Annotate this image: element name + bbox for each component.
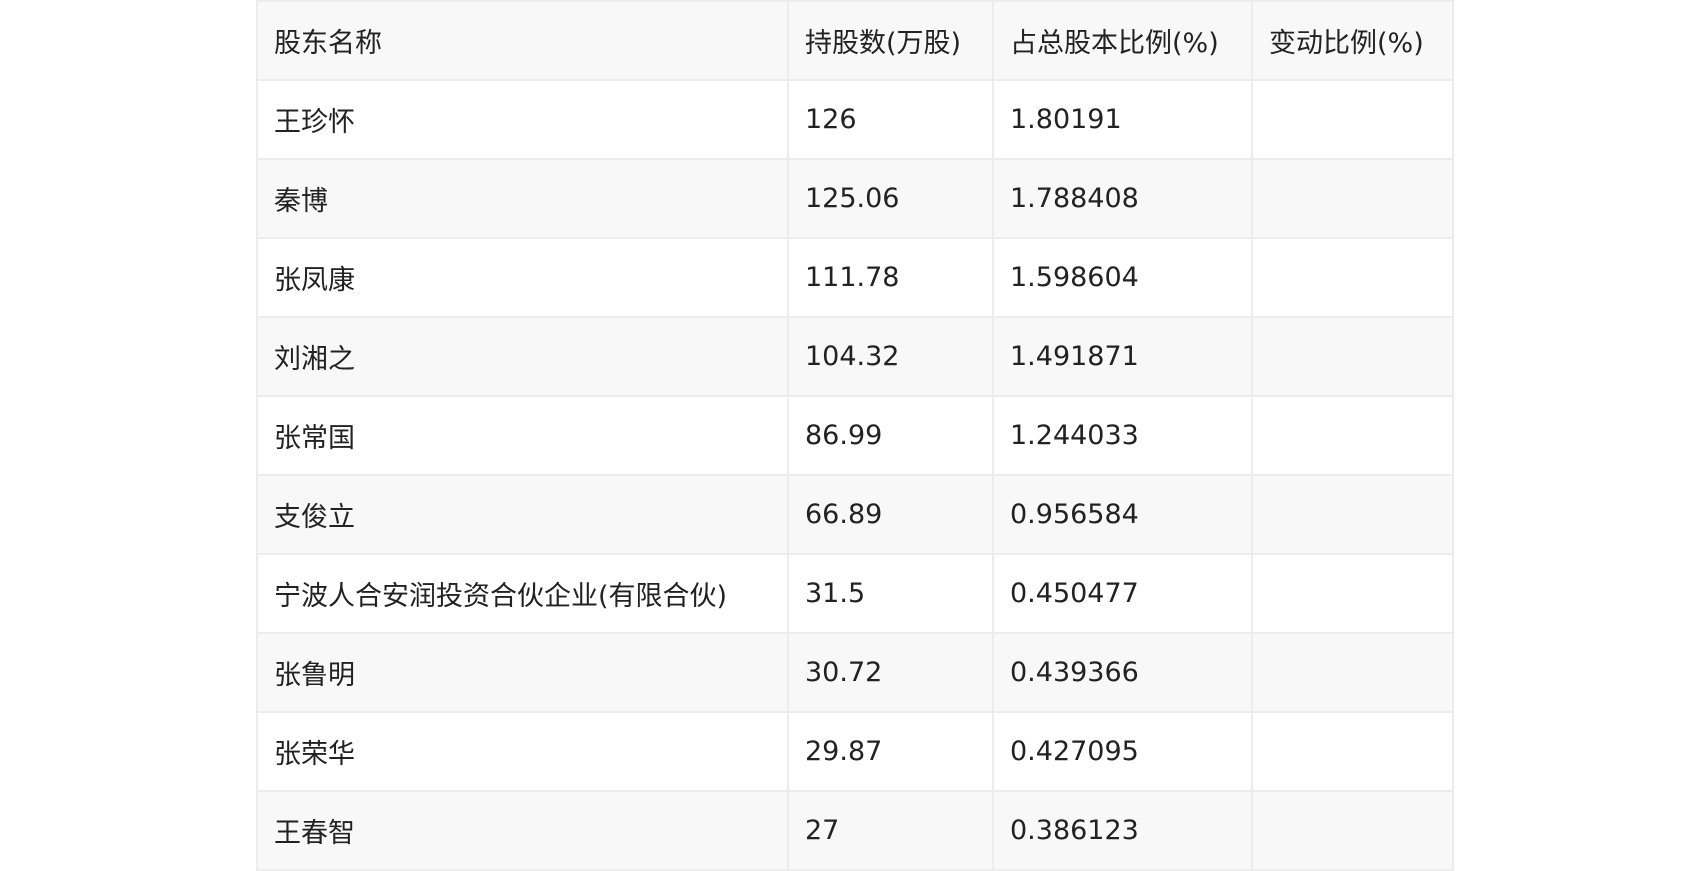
cell-shareholder-name: 张凤康 xyxy=(256,237,789,318)
table-header: 股东名称 持股数(万股) 占总股本比例(%) 变动比例(%) xyxy=(256,0,1454,81)
cell-shares-held: 30.72 xyxy=(787,632,994,713)
shareholder-table: 股东名称 持股数(万股) 占总股本比例(%) 变动比例(%) 王珍怀 126 1… xyxy=(256,0,1454,871)
cell-change-ratio xyxy=(1251,632,1454,713)
cell-change-ratio xyxy=(1251,316,1454,397)
cell-shareholder-name: 张常国 xyxy=(256,395,789,476)
cell-shares-held: 126 xyxy=(787,79,994,160)
cell-shareholder-name: 秦博 xyxy=(256,158,789,239)
cell-share-ratio: 0.439366 xyxy=(992,632,1253,713)
cell-shares-held: 104.32 xyxy=(787,316,994,397)
cell-share-ratio: 0.427095 xyxy=(992,711,1253,792)
cell-shareholder-name: 张荣华 xyxy=(256,711,789,792)
table-row: 张鲁明 30.72 0.439366 xyxy=(256,632,1454,713)
cell-change-ratio xyxy=(1251,474,1454,555)
cell-share-ratio: 1.598604 xyxy=(992,237,1253,318)
cell-change-ratio xyxy=(1251,790,1454,871)
header-shareholder-name: 股东名称 xyxy=(256,0,789,81)
cell-shares-held: 125.06 xyxy=(787,158,994,239)
cell-shareholder-name: 宁波人合安润投资合伙企业(有限合伙) xyxy=(256,553,789,634)
cell-shareholder-name: 刘湘之 xyxy=(256,316,789,397)
table-row: 宁波人合安润投资合伙企业(有限合伙) 31.5 0.450477 xyxy=(256,553,1454,634)
table-row: 支俊立 66.89 0.956584 xyxy=(256,474,1454,555)
cell-shareholder-name: 王春智 xyxy=(256,790,789,871)
table-row: 张凤康 111.78 1.598604 xyxy=(256,237,1454,318)
cell-share-ratio: 1.244033 xyxy=(992,395,1253,476)
cell-shareholder-name: 张鲁明 xyxy=(256,632,789,713)
header-row: 股东名称 持股数(万股) 占总股本比例(%) 变动比例(%) xyxy=(256,0,1454,81)
cell-shares-held: 111.78 xyxy=(787,237,994,318)
cell-change-ratio xyxy=(1251,395,1454,476)
cell-change-ratio xyxy=(1251,237,1454,318)
table-row: 王春智 27 0.386123 xyxy=(256,790,1454,871)
cell-change-ratio xyxy=(1251,711,1454,792)
cell-shares-held: 29.87 xyxy=(787,711,994,792)
table-body: 王珍怀 126 1.80191 秦博 125.06 1.788408 张凤康 1… xyxy=(256,79,1454,871)
cell-share-ratio: 1.491871 xyxy=(992,316,1253,397)
header-change-ratio: 变动比例(%) xyxy=(1251,0,1454,81)
cell-share-ratio: 0.450477 xyxy=(992,553,1253,634)
cell-share-ratio: 1.788408 xyxy=(992,158,1253,239)
cell-share-ratio: 1.80191 xyxy=(992,79,1253,160)
cell-shares-held: 31.5 xyxy=(787,553,994,634)
table-row: 秦博 125.06 1.788408 xyxy=(256,158,1454,239)
header-share-ratio: 占总股本比例(%) xyxy=(992,0,1253,81)
cell-shareholder-name: 支俊立 xyxy=(256,474,789,555)
cell-shareholder-name: 王珍怀 xyxy=(256,79,789,160)
table-row: 张荣华 29.87 0.427095 xyxy=(256,711,1454,792)
cell-change-ratio xyxy=(1251,158,1454,239)
table-row: 张常国 86.99 1.244033 xyxy=(256,395,1454,476)
header-shares-held: 持股数(万股) xyxy=(787,0,994,81)
cell-change-ratio xyxy=(1251,79,1454,160)
cell-change-ratio xyxy=(1251,553,1454,634)
cell-shares-held: 86.99 xyxy=(787,395,994,476)
table-row: 刘湘之 104.32 1.491871 xyxy=(256,316,1454,397)
cell-share-ratio: 0.956584 xyxy=(992,474,1253,555)
shareholder-table-container: 股东名称 持股数(万股) 占总股本比例(%) 变动比例(%) 王珍怀 126 1… xyxy=(256,0,1454,871)
cell-share-ratio: 0.386123 xyxy=(992,790,1253,871)
cell-shares-held: 66.89 xyxy=(787,474,994,555)
cell-shares-held: 27 xyxy=(787,790,994,871)
table-row: 王珍怀 126 1.80191 xyxy=(256,79,1454,160)
